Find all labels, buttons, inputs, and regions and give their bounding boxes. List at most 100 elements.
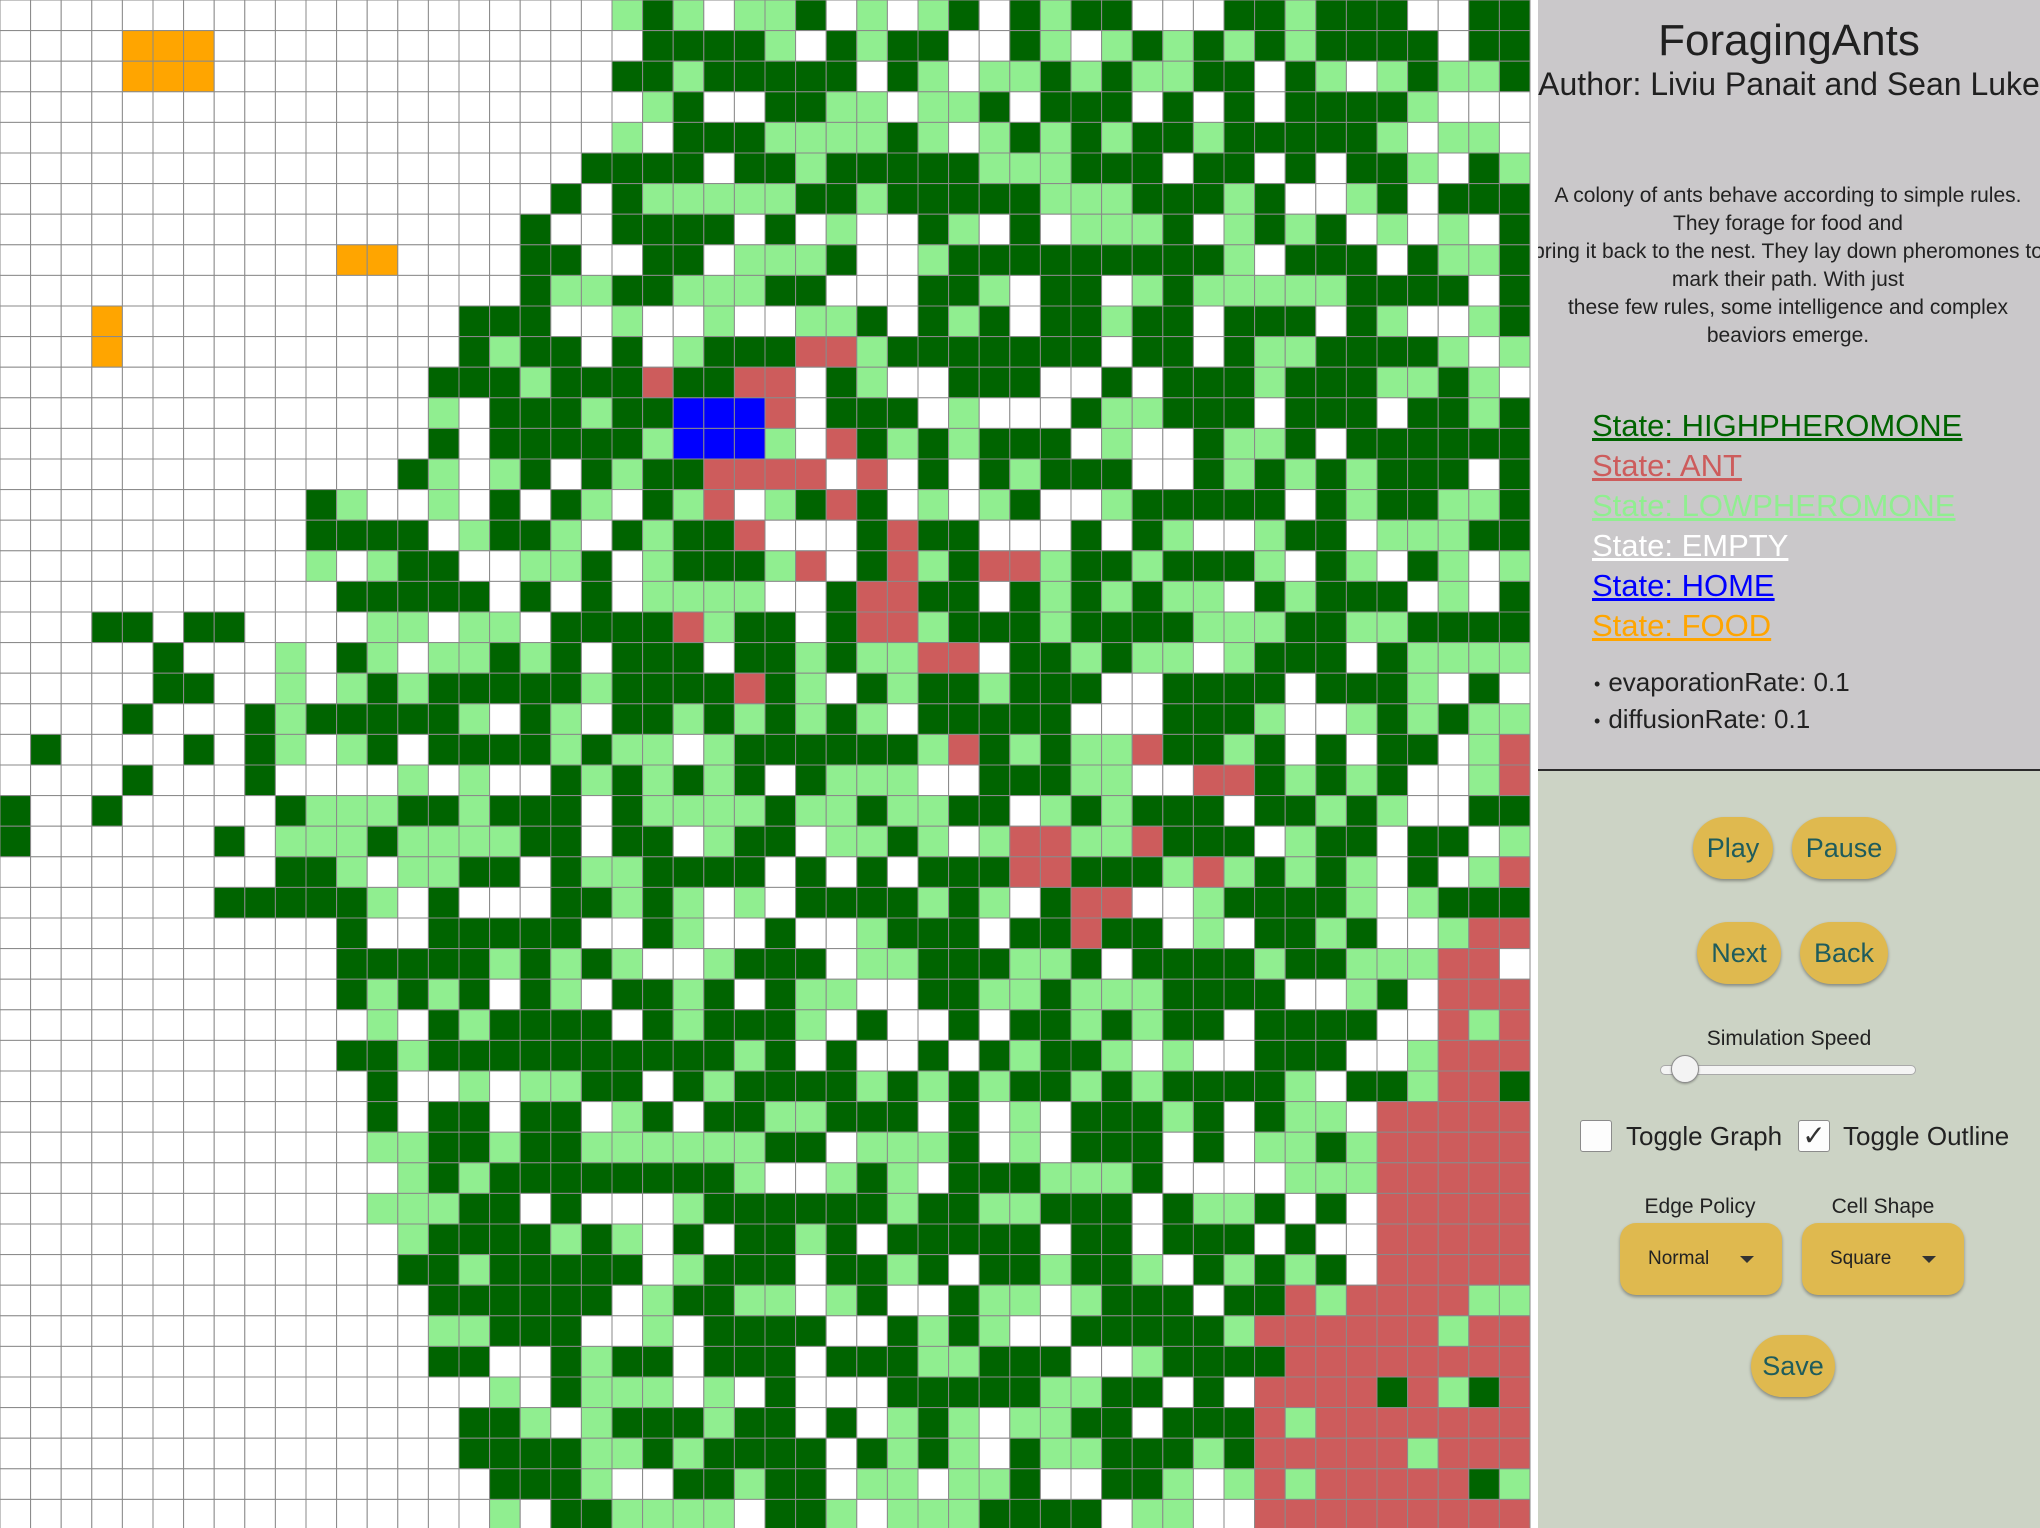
grid-cell[interactable]: [795, 703, 827, 735]
grid-cell[interactable]: [1315, 274, 1347, 307]
grid-cell[interactable]: [917, 1101, 950, 1133]
grid-cell[interactable]: [550, 764, 582, 797]
grid-cell[interactable]: [1407, 1437, 1439, 1470]
grid-cell[interactable]: [611, 60, 644, 93]
grid-cell[interactable]: [795, 121, 827, 154]
grid-cell[interactable]: [519, 1284, 552, 1317]
grid-cell[interactable]: [886, 0, 919, 32]
grid-cell[interactable]: [642, 611, 674, 644]
grid-cell[interactable]: [427, 397, 460, 429]
grid-cell[interactable]: [397, 458, 429, 491]
grid-cell[interactable]: [152, 91, 185, 123]
grid-cell[interactable]: [1345, 1254, 1378, 1286]
grid-cell[interactable]: [948, 1070, 980, 1103]
grid-cell[interactable]: [1437, 519, 1470, 552]
grid-cell[interactable]: [825, 1192, 858, 1225]
grid-cell[interactable]: [305, 183, 338, 215]
grid-cell[interactable]: [1070, 611, 1103, 644]
grid-cell[interactable]: [1131, 917, 1164, 950]
grid-cell[interactable]: [1498, 519, 1531, 552]
grid-cell[interactable]: [1070, 1223, 1103, 1256]
grid-cell[interactable]: [1437, 1284, 1470, 1317]
grid-cell[interactable]: [30, 458, 62, 491]
grid-cell[interactable]: [856, 397, 888, 429]
grid-cell[interactable]: [1192, 274, 1225, 307]
grid-cell[interactable]: [519, 121, 552, 154]
grid-cell[interactable]: [550, 519, 582, 552]
grid-cell[interactable]: [580, 672, 613, 705]
grid-cell[interactable]: [550, 733, 582, 766]
grid-cell[interactable]: [1407, 274, 1439, 307]
grid-cell[interactable]: [1498, 642, 1531, 674]
grid-cell[interactable]: [917, 1315, 950, 1347]
grid-cell[interactable]: [1284, 427, 1317, 460]
grid-cell[interactable]: [305, 642, 338, 674]
grid-cell[interactable]: [1407, 397, 1439, 429]
grid-cell[interactable]: [917, 1162, 950, 1194]
grid-cell[interactable]: [1223, 672, 1256, 705]
grid-cell[interactable]: [611, 1376, 644, 1409]
grid-cell[interactable]: [672, 550, 705, 582]
grid-cell[interactable]: [795, 1192, 827, 1225]
grid-cell[interactable]: [1468, 1284, 1500, 1317]
grid-cell[interactable]: [0, 948, 32, 980]
grid-cell[interactable]: [458, 60, 491, 93]
grid-cell[interactable]: [886, 733, 919, 766]
grid-cell[interactable]: [274, 1345, 307, 1378]
grid-cell[interactable]: [1284, 917, 1317, 950]
grid-cell[interactable]: [30, 274, 62, 307]
grid-cell[interactable]: [244, 1498, 276, 1528]
grid-cell[interactable]: [1315, 305, 1347, 338]
grid-cell[interactable]: [1468, 458, 1500, 491]
grid-cell[interactable]: [1254, 519, 1286, 552]
grid-cell[interactable]: [580, 978, 613, 1011]
grid-cell[interactable]: [1131, 856, 1164, 888]
grid-cell[interactable]: [427, 733, 460, 766]
grid-cell[interactable]: [672, 489, 705, 521]
grid-cell[interactable]: [213, 183, 246, 215]
grid-cell[interactable]: [427, 1345, 460, 1378]
grid-cell[interactable]: [213, 0, 246, 32]
grid-cell[interactable]: [1284, 1315, 1317, 1347]
grid-cell[interactable]: [1376, 1162, 1409, 1194]
grid-cell[interactable]: [427, 489, 460, 521]
grid-cell[interactable]: [672, 1468, 705, 1500]
grid-cell[interactable]: [672, 825, 705, 858]
grid-cell[interactable]: [1437, 213, 1470, 246]
grid-cell[interactable]: [948, 336, 980, 368]
grid-cell[interactable]: [0, 1498, 32, 1528]
grid-cell[interactable]: [948, 244, 980, 276]
grid-cell[interactable]: [856, 978, 888, 1011]
grid-cell[interactable]: [1437, 60, 1470, 93]
grid-cell[interactable]: [0, 183, 32, 215]
grid-cell[interactable]: [703, 1407, 735, 1439]
grid-cell[interactable]: [213, 60, 246, 93]
grid-cell[interactable]: [1131, 764, 1164, 797]
grid-cell[interactable]: [305, 30, 338, 62]
grid-cell[interactable]: [1468, 1131, 1500, 1164]
toggle-outline-label[interactable]: Toggle Outline: [1843, 1118, 2009, 1154]
grid-cell[interactable]: [274, 642, 307, 674]
grid-cell[interactable]: [825, 1223, 858, 1256]
grid-cell[interactable]: [274, 978, 307, 1011]
grid-cell[interactable]: [795, 519, 827, 552]
grid-cell[interactable]: [1070, 244, 1103, 276]
grid-cell[interactable]: [978, 366, 1011, 399]
grid-cell[interactable]: [795, 1315, 827, 1347]
grid-cell[interactable]: [672, 91, 705, 123]
grid-cell[interactable]: [764, 825, 797, 858]
grid-cell[interactable]: [703, 1284, 735, 1317]
grid-cell[interactable]: [948, 1223, 980, 1256]
grid-cell[interactable]: [519, 611, 552, 644]
grid-cell[interactable]: [0, 795, 32, 827]
grid-cell[interactable]: [825, 1039, 858, 1072]
grid-cell[interactable]: [183, 611, 215, 644]
grid-cell[interactable]: [427, 856, 460, 888]
grid-cell[interactable]: [825, 274, 858, 307]
grid-cell[interactable]: [1162, 183, 1194, 215]
grid-cell[interactable]: [1315, 856, 1347, 888]
grid-cell[interactable]: [1070, 336, 1103, 368]
grid-cell[interactable]: [0, 1192, 32, 1225]
grid-cell[interactable]: [152, 825, 185, 858]
grid-cell[interactable]: [856, 1284, 888, 1317]
